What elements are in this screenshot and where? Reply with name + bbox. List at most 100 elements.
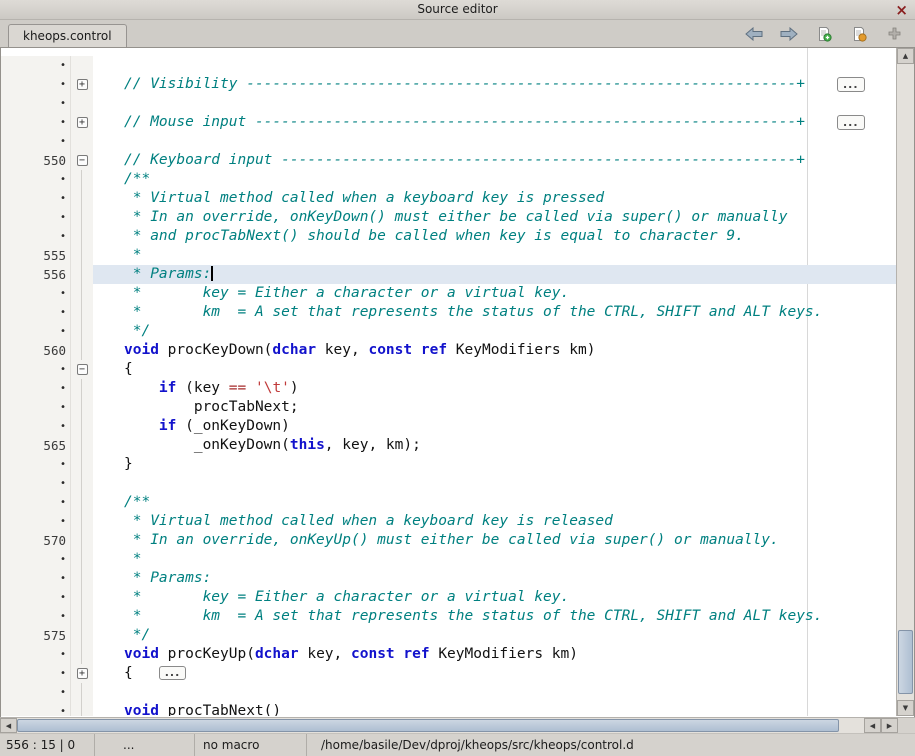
code-line[interactable]: • * Virtual method called when a keyboar… <box>1 189 896 208</box>
line-dot[interactable]: • <box>1 417 71 436</box>
code-line[interactable]: •/** <box>1 493 896 512</box>
code-line[interactable]: • if (key == '\t') <box>1 379 896 398</box>
code-line[interactable]: • * km = A set that represents the statu… <box>1 303 896 322</box>
line-dot[interactable]: • <box>1 474 71 493</box>
code-line[interactable]: •void procKeyUp(dchar key, const ref Key… <box>1 645 896 664</box>
document-orange-badge-button[interactable] <box>848 23 870 45</box>
code-line[interactable]: 560void procKeyDown(dchar key, const ref… <box>1 341 896 360</box>
scroll-down-button[interactable]: ▼ <box>897 700 914 716</box>
code-line[interactable]: • * and procTabNext() should be called w… <box>1 227 896 246</box>
line-number[interactable]: 555 <box>1 246 71 265</box>
line-dot[interactable]: • <box>1 208 71 227</box>
fold-collapse-icon[interactable]: − <box>77 364 88 375</box>
horizontal-scrollbar-thumb[interactable] <box>17 719 839 732</box>
fold-margin[interactable]: − <box>71 360 93 379</box>
line-dot[interactable]: • <box>1 113 71 132</box>
collapsed-fold-box[interactable]: ... <box>837 115 865 130</box>
code-line[interactable]: 556 * Params: <box>1 265 896 284</box>
vertical-scrollbar[interactable]: ▲ ▼ <box>896 48 914 716</box>
line-dot[interactable]: • <box>1 569 71 588</box>
code-line[interactable]: •−{ <box>1 360 896 379</box>
line-dot[interactable]: • <box>1 132 71 151</box>
previous-location-button[interactable] <box>743 23 765 45</box>
code-line[interactable]: •void procTabNext() <box>1 702 896 716</box>
code-area[interactable]: ••+// Visibility -----------------------… <box>1 48 896 716</box>
code-line[interactable]: 575 */ <box>1 626 896 645</box>
scroll-right-button[interactable]: ▶ <box>881 718 898 733</box>
line-number[interactable]: 550 <box>1 151 71 170</box>
fold-margin[interactable]: + <box>71 113 93 132</box>
line-dot[interactable]: • <box>1 75 71 94</box>
line-number[interactable]: 575 <box>1 626 71 645</box>
code-line[interactable]: • <box>1 683 896 702</box>
scroll-left-button-secondary[interactable]: ◀ <box>864 718 881 733</box>
line-dot[interactable]: • <box>1 94 71 113</box>
line-dot[interactable]: • <box>1 284 71 303</box>
code-line[interactable]: • procTabNext; <box>1 398 896 417</box>
code-line[interactable]: 555 * <box>1 246 896 265</box>
vertical-scrollbar-thumb[interactable] <box>898 630 913 694</box>
code-line[interactable]: • * Virtual method called when a keyboar… <box>1 512 896 531</box>
line-dot[interactable]: • <box>1 303 71 322</box>
line-dot[interactable]: • <box>1 588 71 607</box>
line-dot[interactable]: • <box>1 227 71 246</box>
line-number[interactable]: 556 <box>1 265 71 284</box>
fold-margin[interactable]: + <box>71 664 93 683</box>
line-dot[interactable]: • <box>1 189 71 208</box>
line-dot[interactable]: • <box>1 645 71 664</box>
line-dot[interactable]: • <box>1 664 71 683</box>
code-line[interactable]: • * key = Either a character or a virtua… <box>1 284 896 303</box>
code-line[interactable]: • * <box>1 550 896 569</box>
line-dot[interactable]: • <box>1 56 71 75</box>
line-dot[interactable]: • <box>1 512 71 531</box>
code-line[interactable]: • <box>1 94 896 113</box>
code-line[interactable]: • <box>1 56 896 75</box>
line-dot[interactable]: • <box>1 170 71 189</box>
line-dot[interactable]: • <box>1 607 71 626</box>
line-number[interactable]: 565 <box>1 436 71 455</box>
fold-expand-icon[interactable]: + <box>77 79 88 90</box>
code-line[interactable]: • <box>1 474 896 493</box>
code-line[interactable]: • * key = Either a character or a virtua… <box>1 588 896 607</box>
code-line[interactable]: •} <box>1 455 896 474</box>
next-location-button[interactable] <box>778 23 800 45</box>
scroll-left-button[interactable]: ◀ <box>0 718 17 733</box>
scroll-up-button[interactable]: ▲ <box>897 48 914 64</box>
line-dot[interactable]: • <box>1 493 71 512</box>
code-line[interactable]: • */ <box>1 322 896 341</box>
line-dot[interactable]: • <box>1 379 71 398</box>
code-line[interactable]: •+// Visibility ------------------------… <box>1 75 896 94</box>
code-line[interactable]: • * km = A set that represents the statu… <box>1 607 896 626</box>
fold-margin[interactable]: + <box>71 75 93 94</box>
code-line[interactable]: • if (_onKeyDown) <box>1 417 896 436</box>
fold-expand-icon[interactable]: + <box>77 668 88 679</box>
code-line[interactable]: 565 _onKeyDown(this, key, km); <box>1 436 896 455</box>
code-line[interactable]: 570 * In an override, onKeyUp() must eit… <box>1 531 896 550</box>
titlebar[interactable]: Source editor × <box>0 0 915 20</box>
line-dot[interactable]: • <box>1 360 71 379</box>
line-dot[interactable]: • <box>1 398 71 417</box>
line-dot[interactable]: • <box>1 702 71 716</box>
document-green-badge-button[interactable] <box>813 23 835 45</box>
code-line[interactable]: •+// Mouse input -----------------------… <box>1 113 896 132</box>
fold-collapse-icon[interactable]: − <box>77 155 88 166</box>
close-button[interactable]: × <box>895 1 908 19</box>
code-line[interactable]: • <box>1 132 896 151</box>
horizontal-scrollbar-track[interactable] <box>17 718 864 733</box>
line-number[interactable]: 560 <box>1 341 71 360</box>
collapsed-fold-box[interactable]: ... <box>159 666 187 680</box>
line-dot[interactable]: • <box>1 550 71 569</box>
code-line[interactable]: • * Params: <box>1 569 896 588</box>
vertical-scrollbar-track[interactable] <box>897 64 914 700</box>
line-dot[interactable]: • <box>1 683 71 702</box>
code-line[interactable]: •+{... <box>1 664 896 683</box>
code-line[interactable]: 550−// Keyboard input ------------------… <box>1 151 896 170</box>
fold-expand-icon[interactable]: + <box>77 117 88 128</box>
code-line[interactable]: • * In an override, onKeyDown() must eit… <box>1 208 896 227</box>
line-dot[interactable]: • <box>1 322 71 341</box>
collapsed-fold-box[interactable]: ... <box>837 77 865 92</box>
code-line[interactable]: •/** <box>1 170 896 189</box>
tab-kheops-control[interactable]: kheops.control <box>8 24 127 47</box>
line-dot[interactable]: • <box>1 455 71 474</box>
detach-button[interactable] <box>883 23 905 45</box>
